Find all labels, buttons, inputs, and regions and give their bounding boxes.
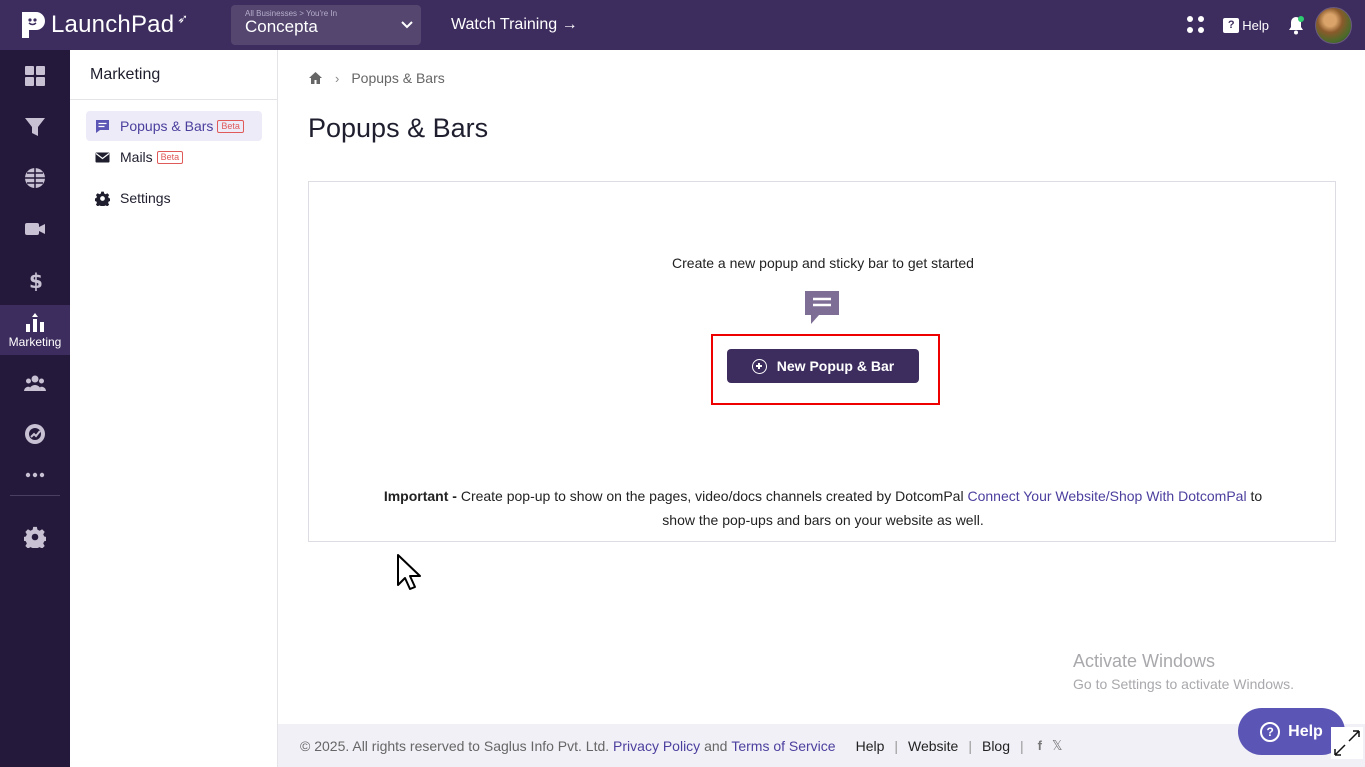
- beta-badge: Beta: [156, 150, 184, 164]
- mail-icon: [95, 152, 110, 162]
- footer-separator: |: [1020, 737, 1024, 754]
- empty-state-message: Create a new popup and sticky bar to get…: [672, 255, 974, 271]
- chat-icon: [96, 119, 109, 133]
- footer: © 2025. All rights reserved to Saglus In…: [278, 724, 1365, 767]
- home-icon[interactable]: [308, 71, 323, 85]
- terms-of-service-link[interactable]: Terms of Service: [731, 738, 835, 754]
- users-icon[interactable]: [0, 363, 70, 403]
- marketing-nav-label: Marketing: [8, 334, 62, 349]
- business-name: Concepta: [245, 17, 318, 36]
- help-floating-button[interactable]: ? Help: [1238, 708, 1345, 755]
- svg-text:$: $: [29, 269, 43, 291]
- footer-separator: |: [968, 737, 972, 754]
- analytics-icon[interactable]: [0, 414, 70, 454]
- marketing-icon: [26, 312, 44, 332]
- chat-bubble-icon: [805, 291, 839, 324]
- help-fab-label: Help: [1288, 722, 1323, 740]
- breadcrumb-separator: ›: [335, 70, 340, 86]
- watermark-line1: Activate Windows: [1073, 651, 1216, 671]
- watch-training-link[interactable]: Watch Training →: [451, 16, 578, 34]
- top-bar: LaunchPad ➶ All Businesses > You're In C…: [0, 0, 1365, 50]
- important-note: Important - Create pop-up to show on the…: [369, 484, 1277, 532]
- privacy-policy-link[interactable]: Privacy Policy: [613, 738, 700, 754]
- marketing-subnav: Marketing Popups & Bars Beta Mails Beta …: [70, 50, 278, 767]
- help-button[interactable]: ? Help: [1223, 17, 1269, 33]
- marketing-nav-item[interactable]: Marketing: [0, 305, 70, 355]
- subnav-item-label: Settings: [120, 190, 171, 206]
- gear-icon: [95, 191, 110, 206]
- resize-icon[interactable]: [1331, 727, 1363, 759]
- footer-website-link[interactable]: Website: [908, 738, 958, 754]
- more-icon[interactable]: [0, 455, 70, 495]
- footer-blog-link[interactable]: Blog: [982, 738, 1010, 754]
- subnav-title: Marketing: [70, 50, 277, 100]
- activate-windows-watermark: Activate Windows Go to Settings to activ…: [1073, 651, 1294, 692]
- x-twitter-icon[interactable]: 𝕏: [1052, 738, 1062, 754]
- bell-icon[interactable]: [1287, 15, 1305, 35]
- business-selector[interactable]: All Businesses > You're In Concepta: [231, 5, 421, 45]
- dashboard-icon[interactable]: [0, 56, 70, 96]
- important-text: Create pop-up to show on the pages, vide…: [456, 488, 968, 504]
- user-avatar[interactable]: [1315, 6, 1352, 44]
- page-title: Popups & Bars: [308, 113, 489, 143]
- footer-separator: |: [894, 737, 899, 754]
- help-icon: ?: [1223, 17, 1240, 33]
- important-label: Important -: [383, 488, 457, 504]
- logo-text: LaunchPad: [51, 11, 175, 38]
- breadcrumb: › Popups & Bars: [308, 70, 445, 86]
- watermark-line2: Go to Settings to activate Windows.: [1073, 676, 1294, 692]
- logo-mark-icon: [20, 10, 46, 40]
- help-label: Help: [1242, 17, 1269, 33]
- beta-badge: Beta: [217, 119, 244, 133]
- icon-sidebar: $ Marketing: [0, 50, 70, 767]
- footer-and: and: [704, 737, 728, 754]
- empty-state-card: Create a new popup and sticky bar to get…: [308, 181, 1336, 542]
- dollar-icon[interactable]: $: [0, 260, 70, 300]
- subnav-item-mails[interactable]: Mails Beta: [86, 142, 262, 172]
- breadcrumb-current: Popups & Bars: [351, 70, 445, 86]
- globe-icon[interactable]: [0, 158, 70, 198]
- subnav-item-label: Mails: [120, 149, 153, 165]
- footer-help-link[interactable]: Help: [856, 738, 885, 754]
- new-popup-bar-label: New Popup & Bar: [776, 358, 895, 374]
- subnav-item-popups-bars[interactable]: Popups & Bars Beta: [86, 111, 262, 141]
- help-circle-icon: ?: [1260, 721, 1281, 742]
- subnav-item-settings[interactable]: Settings: [86, 183, 262, 213]
- subnav-item-label: Popups & Bars: [120, 118, 214, 134]
- sidebar-divider: [10, 495, 60, 496]
- settings-icon[interactable]: [0, 517, 70, 557]
- logo[interactable]: LaunchPad ➶: [20, 10, 220, 40]
- facebook-icon[interactable]: f: [1038, 738, 1042, 753]
- chevron-down-icon: [401, 21, 413, 29]
- apps-grid-icon[interactable]: [1187, 16, 1205, 34]
- rocket-icon: ➶: [177, 11, 189, 26]
- mouse-cursor-icon: [397, 554, 421, 590]
- connect-website-link[interactable]: Connect Your Website/Shop With DotcomPal: [967, 488, 1246, 504]
- plus-circle-icon: [751, 358, 767, 374]
- footer-copyright: © 2025. All rights reserved to Saglus In…: [300, 737, 610, 754]
- video-icon[interactable]: [0, 209, 70, 249]
- new-popup-bar-button[interactable]: New Popup & Bar: [727, 349, 919, 383]
- funnel-icon[interactable]: [0, 107, 70, 147]
